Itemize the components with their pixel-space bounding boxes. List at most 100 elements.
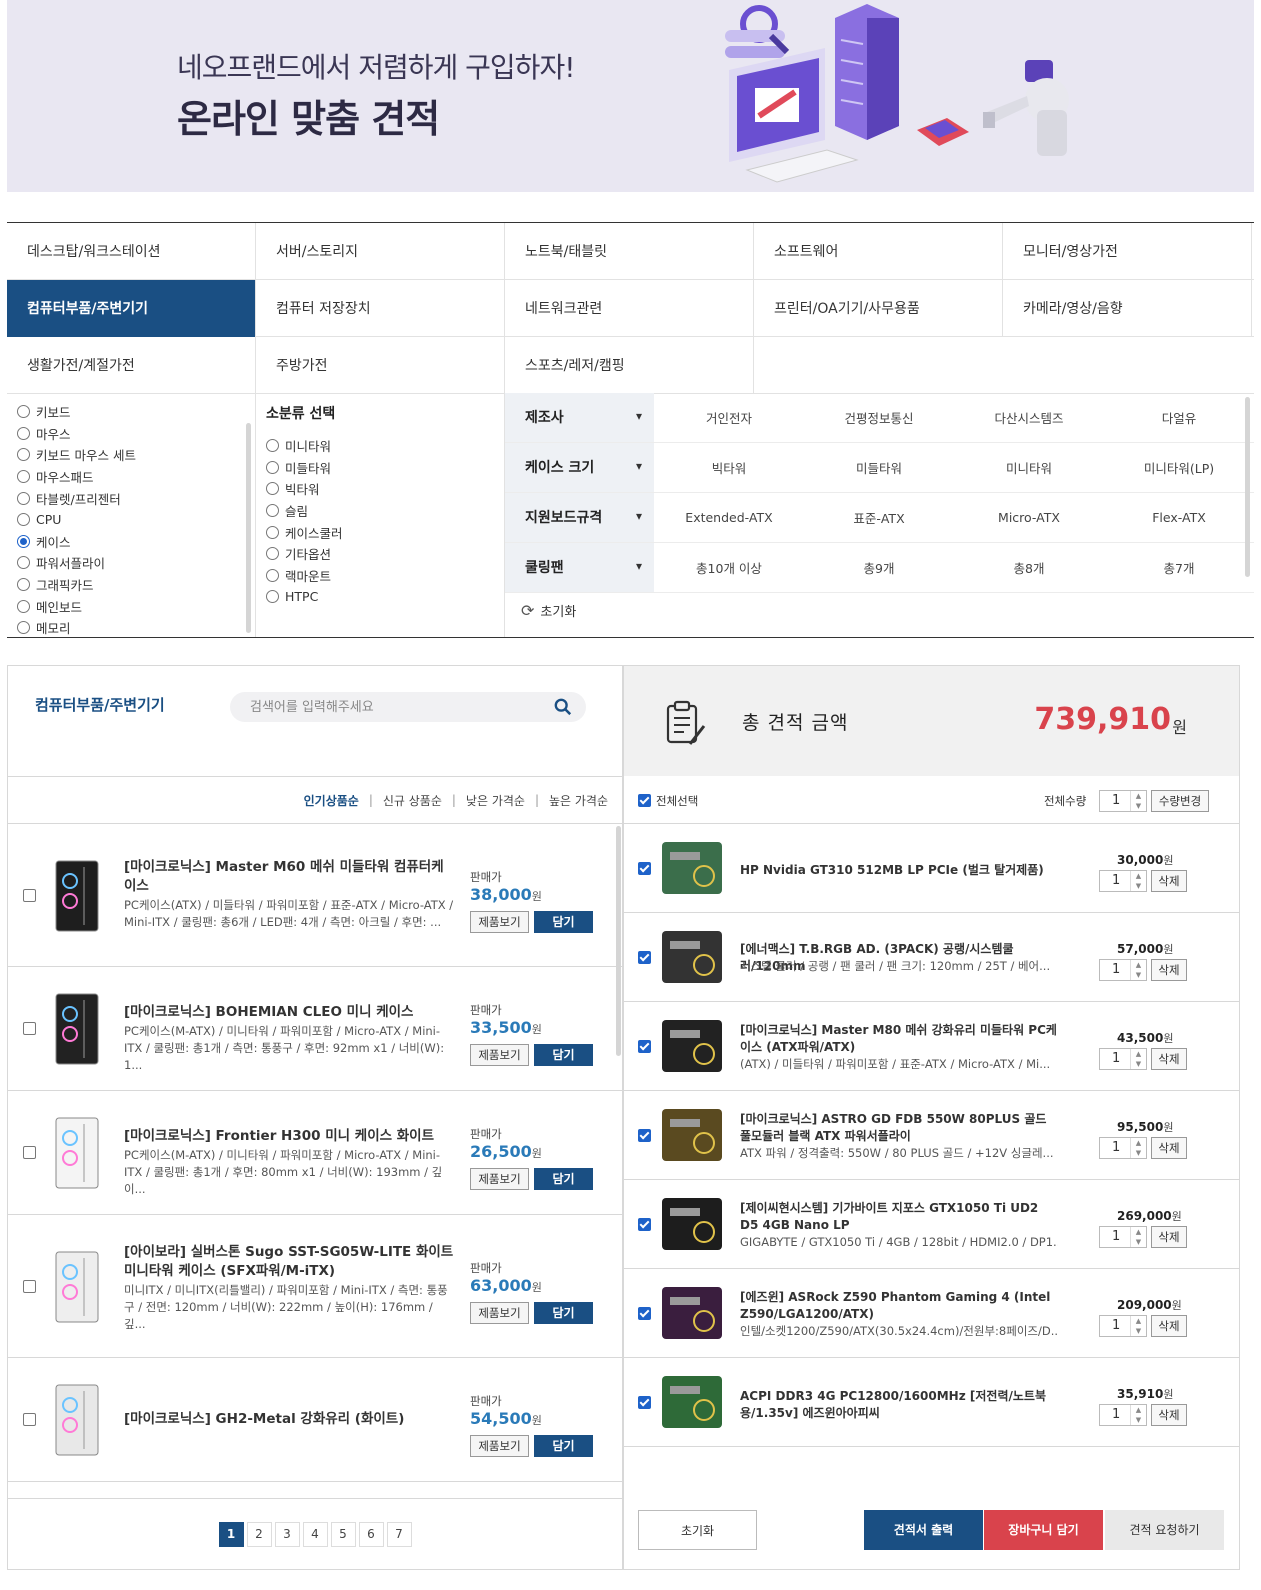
product-thumbnail[interactable] xyxy=(48,1381,106,1459)
delete-item-button[interactable]: 삭제 xyxy=(1151,1404,1187,1426)
minor-category-option[interactable]: 빅타워 xyxy=(266,478,504,500)
product-thumbnail[interactable] xyxy=(48,1114,106,1192)
item-thumbnail[interactable] xyxy=(656,1099,728,1171)
item-qty-stepper[interactable]: 1 ▲ ▼ xyxy=(1099,870,1147,892)
item-qty-stepper[interactable]: 1 ▲ ▼ xyxy=(1099,1226,1147,1248)
print-estimate-button[interactable]: 견적서 출력 xyxy=(864,1510,983,1550)
product-thumbnail[interactable] xyxy=(48,990,106,1068)
add-product-button[interactable]: 담기 xyxy=(534,1168,593,1190)
add-product-button[interactable]: 담기 xyxy=(534,1044,593,1066)
page-2-button[interactable]: 2 xyxy=(246,1522,272,1547)
category-software[interactable]: 소프트웨어 xyxy=(754,223,1003,280)
spec-filter-value[interactable]: Extended-ATX xyxy=(654,493,804,542)
delete-item-button[interactable]: 삭제 xyxy=(1151,1226,1187,1248)
radio-button[interactable] xyxy=(17,578,30,592)
spec-filter-value[interactable]: 총7개 xyxy=(1104,543,1254,592)
item-qty-stepper[interactable]: 1 ▲ ▼ xyxy=(1099,1137,1147,1159)
item-qty-stepper[interactable]: 1 ▲ ▼ xyxy=(1099,1404,1147,1426)
page-4-button[interactable]: 4 xyxy=(302,1522,328,1547)
radio-button[interactable] xyxy=(17,491,30,505)
item-checkbox[interactable] xyxy=(638,1307,651,1320)
minor-category-option[interactable]: 기타옵션 xyxy=(266,543,504,565)
page-5-button[interactable]: 5 xyxy=(330,1522,356,1547)
chevron-down-icon[interactable]: ▾ xyxy=(636,559,642,573)
item-thumbnail[interactable] xyxy=(656,921,728,993)
spec-filter-value[interactable]: 빅타워 xyxy=(654,443,804,492)
radio-button[interactable] xyxy=(17,405,30,419)
stepper-arrows-icon[interactable]: ▲ ▼ xyxy=(1130,960,1146,980)
subcategory-option[interactable]: 케이스 xyxy=(17,531,255,553)
sort-price-low[interactable]: 낮은 가격순 xyxy=(466,792,525,809)
spec-filter-value[interactable]: 다얼유 xyxy=(1104,393,1254,442)
item-name[interactable]: [마이크로닉스] Master M80 메쉬 강화유리 미들타워 PC케이스 (… xyxy=(740,1022,1058,1056)
category-network[interactable]: 네트워크관련 xyxy=(505,280,754,337)
minor-category-option[interactable]: 랙마운트 xyxy=(266,565,504,587)
chevron-down-icon[interactable]: ▾ xyxy=(636,459,642,473)
search-icon[interactable] xyxy=(554,698,572,716)
filter-reset-button[interactable]: ⟳ 초기화 xyxy=(521,601,576,620)
sort-price-high[interactable]: 높은 가격순 xyxy=(549,792,608,809)
stepper-arrows-icon[interactable]: ▲ ▼ xyxy=(1130,791,1146,811)
stepper-arrows-icon[interactable]: ▲ ▼ xyxy=(1130,1049,1146,1069)
view-product-button[interactable]: 제품보기 xyxy=(470,910,529,933)
item-checkbox[interactable] xyxy=(638,862,651,875)
total-qty-stepper[interactable]: 1 ▲ ▼ xyxy=(1099,790,1147,812)
radio-button[interactable] xyxy=(17,513,30,527)
product-name[interactable]: [마이크로닉스] Frontier H300 미니 케이스 화이트 xyxy=(124,1127,454,1146)
item-name[interactable]: [마이크로닉스] ASTRO GD FDB 550W 80PLUS 골드 풀모듈… xyxy=(740,1111,1058,1145)
item-checkbox[interactable] xyxy=(638,951,651,964)
item-checkbox[interactable] xyxy=(638,1040,651,1053)
minor-category-option[interactable]: 미니타워 xyxy=(266,435,504,457)
radio-button[interactable] xyxy=(17,556,30,570)
radio-button[interactable] xyxy=(266,460,279,474)
product-thumbnail[interactable] xyxy=(48,857,106,935)
view-product-button[interactable]: 제품보기 xyxy=(470,1301,529,1324)
spec-filter-value[interactable]: 총10개 이상 xyxy=(654,543,804,592)
radio-button[interactable] xyxy=(17,448,30,462)
spec-filter-key[interactable]: 케이스 크기 ▾ xyxy=(505,443,654,492)
product-list-scrollbar[interactable] xyxy=(616,826,621,1056)
spec-filter-key[interactable]: 쿨링팬 ▾ xyxy=(505,543,654,592)
subcategory-option[interactable]: 마우스 xyxy=(17,423,255,445)
spec-filter-key[interactable]: 제조사 ▾ xyxy=(505,393,654,442)
radio-button[interactable] xyxy=(266,590,279,604)
spec-filter-value[interactable]: Micro-ATX xyxy=(954,493,1104,542)
subcategory-option[interactable]: 메인보드 xyxy=(17,595,255,617)
item-qty-stepper[interactable]: 1 ▲ ▼ xyxy=(1099,959,1147,981)
subcategory-option[interactable]: 그래픽카드 xyxy=(17,574,255,596)
view-product-button[interactable]: 제품보기 xyxy=(470,1435,529,1457)
delete-item-button[interactable]: 삭제 xyxy=(1151,1137,1187,1159)
subcategory-option[interactable]: 메모리 xyxy=(17,617,255,639)
spec-filter-value[interactable]: Flex-ATX xyxy=(1104,493,1254,542)
product-checkbox[interactable] xyxy=(23,1022,36,1035)
item-thumbnail[interactable] xyxy=(656,1188,728,1260)
product-name[interactable]: [아이보라] 실버스톤 Sugo SST-SG05W-LITE 화이트 미니타워… xyxy=(124,1243,454,1281)
page-1-button[interactable]: 1 xyxy=(218,1522,244,1547)
product-name[interactable]: [마이크로닉스] GH2-Metal 강화유리 (화이트) xyxy=(124,1410,454,1429)
category-appliances[interactable]: 생활가전/계절가전 xyxy=(7,337,256,394)
item-thumbnail[interactable] xyxy=(656,1010,728,1082)
spec-filter-value[interactable]: 다산시스템즈 xyxy=(954,393,1104,442)
delete-item-button[interactable]: 삭제 xyxy=(1151,1048,1187,1070)
radio-button[interactable] xyxy=(266,482,279,496)
delete-item-button[interactable]: 삭제 xyxy=(1151,959,1187,981)
product-thumbnail[interactable] xyxy=(48,1248,106,1326)
page-7-button[interactable]: 7 xyxy=(386,1522,412,1547)
item-checkbox[interactable] xyxy=(638,1218,651,1231)
radio-button[interactable] xyxy=(17,426,30,440)
sort-popular[interactable]: 인기상품순 xyxy=(304,792,359,809)
stepper-arrows-icon[interactable]: ▲ ▼ xyxy=(1130,1138,1146,1158)
item-qty-stepper[interactable]: 1 ▲ ▼ xyxy=(1099,1048,1147,1070)
radio-button[interactable] xyxy=(17,534,30,548)
product-checkbox[interactable] xyxy=(23,1146,36,1159)
spec-filter-value[interactable]: 미니타워 xyxy=(954,443,1104,492)
sort-newest[interactable]: 신규 상품순 xyxy=(383,792,442,809)
spec-filter-value[interactable]: 총8개 xyxy=(954,543,1104,592)
subcategory-option[interactable]: 마우스패드 xyxy=(17,466,255,488)
category-monitor[interactable]: 모니터/영상가전 xyxy=(1003,223,1252,280)
request-estimate-button[interactable]: 견적 요청하기 xyxy=(1105,1510,1224,1550)
category-server[interactable]: 서버/스토리지 xyxy=(256,223,505,280)
spec-filter-key[interactable]: 지원보드규격 ▾ xyxy=(505,493,654,542)
minor-category-option[interactable]: 미들타워 xyxy=(266,457,504,479)
minor-category-option[interactable]: 케이스쿨러 xyxy=(266,521,504,543)
